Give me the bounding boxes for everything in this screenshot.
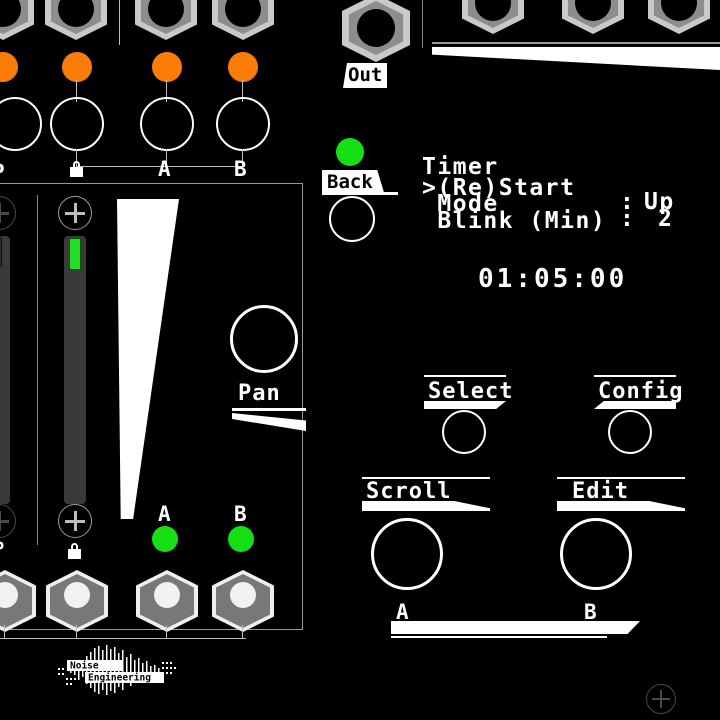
top-jack-2[interactable] [45,0,107,40]
jack-stem-0 [4,625,5,639]
fader-2-plus-top[interactable] [58,196,92,230]
jack-stem-3 [242,625,243,639]
mounting-screw-bottom-right[interactable] [646,684,676,714]
fader-1-label: P [0,541,4,558]
mixer-led-label-a: A [158,502,171,526]
pan-label-underline [232,408,306,411]
attenuverter-knob-0[interactable] [0,97,42,151]
bottom-bus-line [0,638,246,639]
scroll-label-tail [362,501,490,511]
select-label-tail [424,401,506,409]
top-jack-5[interactable] [462,0,524,34]
jack-pin [64,582,90,608]
jack-stem-2 [166,625,167,639]
fader-1-handle[interactable] [0,237,2,267]
screen-blink-separator: : [620,206,636,232]
fader-1-slot[interactable] [0,236,10,504]
knob-label-a: A [396,600,409,624]
led-orange-0 [0,52,18,82]
bottom-accent-rule [391,636,607,638]
trace-top-vertical [119,0,120,45]
jack-pin [230,582,256,608]
select-button[interactable] [442,410,486,454]
jack-hole [357,9,395,47]
top-jack-3[interactable] [135,0,197,40]
edit-label-rule [557,477,685,479]
top-right-wedge [432,47,720,70]
scroll-label-rule [362,477,490,479]
svg-text:Engineering: Engineering [88,673,151,684]
top-jack-4[interactable] [212,0,274,40]
bottom-accent-wedge [391,621,640,634]
module-panel: Out P A B [0,0,720,720]
mixer-led-a [152,526,178,552]
lock-body [68,549,81,559]
mixer-out-jack-1[interactable] [46,570,108,632]
back-status-led [336,138,364,166]
back-button[interactable] [329,196,375,242]
jack-stem-1 [76,625,77,639]
lock-body [70,167,83,177]
back-label-underline [322,192,398,195]
attenuverter-knob-1[interactable] [50,97,104,151]
out-jack[interactable] [342,0,410,62]
top-knob-label-0: P [0,162,5,183]
edit-label: Edit [572,479,629,504]
top-right-rule [432,42,720,44]
svg-text:Noise: Noise [70,661,99,672]
config-button[interactable] [608,410,652,454]
top-knob-label-b: B [234,157,247,181]
led-orange-3 [228,52,258,82]
top-jack-7[interactable] [648,0,710,34]
scroll-knob-a[interactable] [371,518,443,590]
mixer-led-b [228,526,254,552]
top-knob-label-a: A [158,157,171,181]
mixer-out-jack-3[interactable] [212,570,274,632]
select-label: Select [428,379,514,404]
config-label-tail [594,401,676,409]
mixer-led-label-b: B [234,502,247,526]
jack-pin [154,582,180,608]
lock-icon-top [70,161,83,177]
screen-menu-item-blink[interactable]: Blink (Min) [422,209,606,233]
fader-2-plus-bottom[interactable] [58,504,92,538]
brand-logo: Noise Engineering [55,645,185,695]
scroll-label: Scroll [366,479,452,504]
fader-2-slot[interactable] [64,236,86,504]
pan-label: Pan [238,381,281,406]
knob-label-b: B [584,600,597,624]
edit-label-tail [557,501,685,511]
config-label: Config [598,379,684,404]
lock-icon-fader-2 [68,543,81,559]
out-jack-label: Out [343,63,388,88]
led-orange-1 [62,52,92,82]
top-jack-1[interactable] [0,0,34,40]
panel-divider-vertical [422,0,423,48]
screen-blink-value[interactable]: 2 [658,207,673,231]
mixer-out-jack-2[interactable] [136,570,198,632]
config-label-rule [594,375,676,377]
pan-knob[interactable] [230,305,298,373]
fader-2-handle[interactable] [69,238,81,270]
edit-knob-b[interactable] [560,518,632,590]
top-jack-6[interactable] [562,0,624,34]
attenuverter-knob-2[interactable] [140,97,194,151]
fader-divider [37,195,38,545]
attenuverter-knob-3[interactable] [216,97,270,151]
led-orange-2 [152,52,182,82]
select-label-rule [424,375,506,377]
mixer-out-jack-0[interactable] [0,570,36,632]
screen-clock: 01:05:00 [478,264,628,294]
